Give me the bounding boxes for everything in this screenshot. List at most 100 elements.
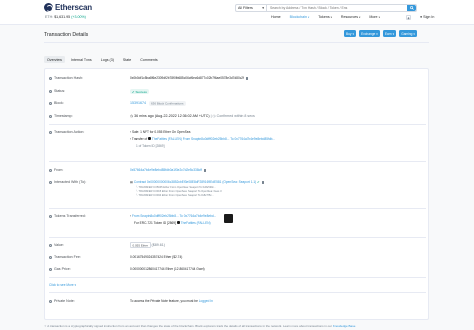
help-icon[interactable]: ? <box>49 243 52 247</box>
knowledge-base-link[interactable]: Knowledge Base <box>333 324 356 328</box>
internal-transfer-1: └ TRANSFER 0.05045 Ether From OpenSea: S… <box>136 186 216 189</box>
help-icon[interactable]: ? <box>49 214 52 218</box>
earn-button[interactable]: Earn ▾ <box>382 30 397 37</box>
tab-comments[interactable]: Comments <box>137 56 160 63</box>
nav-more-label: More <box>369 15 378 19</box>
interacted-value: ▤ Contract 0x00000000006c3852cbEf3e08E8d… <box>130 180 265 197</box>
nav-resources[interactable]: Resources▾ <box>341 15 360 19</box>
private-note-value: To access the Private Note feature, you … <box>130 299 213 303</box>
login-link[interactable]: Logged In <box>199 299 213 303</box>
from-label-text: From: <box>54 168 64 172</box>
nav-more[interactable]: More▾ <box>369 15 379 19</box>
tx-hash-label-text: Transaction Hash: <box>54 76 84 80</box>
gas-price-row: ? Gas Price: 0.000000012860417744 Ether (… <box>49 267 205 271</box>
status-row: ? Status: ✔ Success <box>49 89 149 94</box>
header-actions: Buy ▾ Exchange ▾ Earn ▾ Gaming ▾ <box>344 30 418 37</box>
help-icon[interactable]: ? <box>49 101 52 105</box>
from-address-link[interactable]: 0x57664a7b4e9e8ebd85fdb0a1f3e2c7d2e5c338… <box>130 168 202 172</box>
chevron-down-icon: ▾ <box>376 31 378 36</box>
nft-image[interactable] <box>224 214 234 223</box>
help-icon[interactable]: ? <box>49 255 52 259</box>
interacted-label-text: Interacted With (To): <box>54 180 87 184</box>
contract-link[interactable]: Contract 0x00000000006c3852cbEf3e08E8dF2… <box>134 180 256 184</box>
nav-tokens[interactable]: Tokens▾ <box>318 15 332 19</box>
clock-icon: ◷ <box>130 114 134 118</box>
tab-state[interactable]: State <box>120 56 134 63</box>
chevron-right-icon: › <box>130 130 132 134</box>
main-nav: Home Blockchain▾ Tokens▾ Resources▾ More… <box>271 15 380 19</box>
tx-action-label: ? Transaction Action: <box>49 130 130 134</box>
chevron-right-icon: › <box>130 137 132 141</box>
search-icon <box>409 6 414 10</box>
token-from-link[interactable]: From Snaptn8u0dfff02eb25bb8... <box>132 214 179 218</box>
gaming-label: Gaming <box>401 31 413 36</box>
search-filter-select[interactable]: All Filters ▾ <box>236 5 267 11</box>
tab-logs[interactable]: Logs (3) <box>98 56 117 63</box>
copy-icon[interactable] <box>245 76 249 80</box>
search-input[interactable] <box>267 5 407 11</box>
copy-icon[interactable] <box>261 180 265 184</box>
chevron-down-icon: ▾ <box>307 16 310 19</box>
internal-transfer-2-text: TRANSFER 0.0015 Ether From OpenSea: Seap… <box>138 190 222 193</box>
divider <box>49 161 426 162</box>
token-transfer-type: For ERC-721 Token ID [2869] TheFatties (… <box>134 221 216 225</box>
nft-thumbnail <box>176 221 180 224</box>
tx-hash-text: 0x0b0df1c5ba8f6e2309df2b78f0fb685c06cf6e… <box>130 76 244 80</box>
see-more-link[interactable]: Click to see More ▾ <box>49 283 76 287</box>
search-filter-label: All Filters <box>238 6 253 10</box>
help-icon[interactable]: ? <box>49 299 52 303</box>
help-icon[interactable]: ? <box>49 267 52 271</box>
ethereum-icon[interactable]: ◆ <box>406 15 411 20</box>
search-button[interactable] <box>407 5 416 11</box>
from-row: ? From: 0x57664a7b4e9e8ebd85fdb0a1f3e2c7d… <box>49 168 207 172</box>
eth-value-badge: 0.055 Ether <box>130 241 151 249</box>
from-label: ? From: <box>49 168 130 172</box>
eth-price-change: (+3.00%) <box>71 15 86 19</box>
help-icon[interactable]: ? <box>49 76 52 80</box>
see-more-text: Click to see More <box>49 283 74 287</box>
tab-internal-txns[interactable]: Internal Txns <box>68 56 95 63</box>
sign-in-link[interactable]: ● Sign In <box>420 15 434 19</box>
user-icon: ● <box>420 15 423 19</box>
block-number-link[interactable]: 15391674 <box>130 101 146 105</box>
help-icon[interactable]: ? <box>49 168 52 172</box>
token-to-link[interactable]: To 0x7764a7b4e9e8ebd... <box>179 214 216 218</box>
nav-home[interactable]: Home <box>271 15 281 19</box>
etherscan-logo[interactable]: Etherscan <box>44 3 92 12</box>
buy-button[interactable]: Buy ▾ <box>344 30 357 37</box>
tab-overview[interactable]: Overview <box>44 56 65 63</box>
title-divider <box>44 42 429 43</box>
from-address-link[interactable]: From Snaptn8u0dfff02eb25bb8... <box>183 137 230 141</box>
block-value: 15391674 636 Block Confirmations <box>130 100 186 106</box>
token-link[interactable]: TheFatties (FALLEN) <box>152 137 182 141</box>
help-icon[interactable]: ? <box>49 114 52 118</box>
token-transfer-from-to: › From Snaptn8u0dfff02eb25bb8... To 0x77… <box>130 214 216 218</box>
exchange-button[interactable]: Exchange ▾ <box>359 30 380 37</box>
nav-blockchain[interactable]: Blockchain▾ <box>290 15 310 19</box>
search-bar: All Filters ▾ <box>235 4 417 12</box>
token-id-text: 1 of Token ID [2869] <box>136 144 165 148</box>
footer-text: A transaction is a cryptographically sig… <box>47 324 333 328</box>
timestamp-text: 36 mins ago (Aug-22-2022 12:36:02 AM +UT… <box>134 114 210 118</box>
timestamp-row: ? Timestamp: ◷ 36 mins ago (Aug-22-2022 1… <box>49 114 255 118</box>
chevron-down-icon: ▾ <box>74 283 77 287</box>
copy-icon[interactable] <box>203 168 207 172</box>
tx-action-label-text: Transaction Action: <box>54 130 85 134</box>
to-address-link[interactable]: To 0x7764a7b4e9e8ebd85fdb... <box>230 137 275 141</box>
help-icon[interactable]: ? <box>49 180 52 184</box>
gaming-button[interactable]: Gaming ▾ <box>399 30 418 37</box>
transaction-details-card: ? Transaction Hash: 0x0b0df1c5ba8f6e2309d… <box>44 68 429 320</box>
status-value: ✔ Success <box>130 89 149 94</box>
internal-transfer-3-text: TRANSFER 0.0034 Ether From OpenSea: Seap… <box>138 194 214 197</box>
chevron-down-icon: ▾ <box>413 31 416 36</box>
tx-hash-label: ? Transaction Hash: <box>49 76 130 80</box>
tx-action-line-2: › Transfer of TheFatties (FALLEN) From S… <box>130 137 275 141</box>
help-icon[interactable]: ? <box>49 130 52 134</box>
help-icon[interactable]: ? <box>49 89 52 93</box>
fee-label-text: Transaction Fee: <box>54 255 81 259</box>
confirmed-within: | ◷ Confirmed within 8 secs <box>210 114 255 118</box>
value-row: ? Value: 0.055 Ether ($89.61) <box>49 241 165 249</box>
token-name-link[interactable]: TheFatties (FALLEN) <box>181 221 211 225</box>
nav-tokens-label: Tokens <box>318 15 330 19</box>
usd-value: ($89.61) <box>151 243 165 247</box>
